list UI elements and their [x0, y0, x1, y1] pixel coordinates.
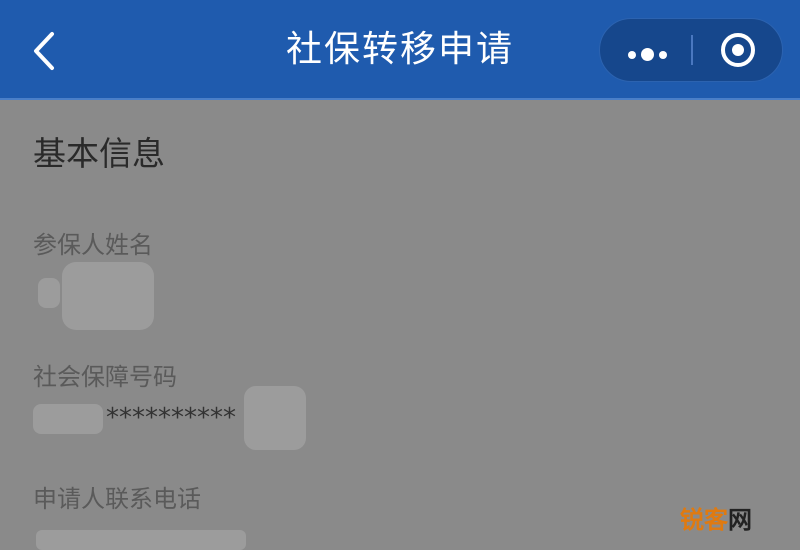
applicant-phone-label: 申请人联系电话 [33, 485, 201, 513]
miniprogram-close-icon [721, 33, 755, 67]
insured-name-value-redacted [62, 262, 154, 330]
menu-capsule [599, 18, 783, 82]
close-button[interactable] [692, 19, 784, 81]
ssn-suffix-redacted [244, 386, 306, 450]
site-watermark: 锐客网 [680, 505, 752, 535]
section-title: 基本信息 [33, 134, 165, 173]
watermark-text-colored: 锐客 [680, 506, 728, 534]
more-button[interactable] [600, 19, 692, 81]
applicant-phone-value-redacted [36, 530, 246, 550]
ssn-label: 社会保障号码 [33, 363, 177, 391]
navigation-bar: 社保转移申请 [0, 0, 800, 100]
redacted-mark [38, 278, 60, 308]
ssn-prefix-redacted [33, 404, 103, 434]
insured-name-label: 参保人姓名 [33, 231, 153, 259]
more-dots-icon [628, 44, 672, 63]
ssn-masked-value: ********** [106, 403, 236, 433]
watermark-text-plain: 网 [728, 506, 752, 534]
